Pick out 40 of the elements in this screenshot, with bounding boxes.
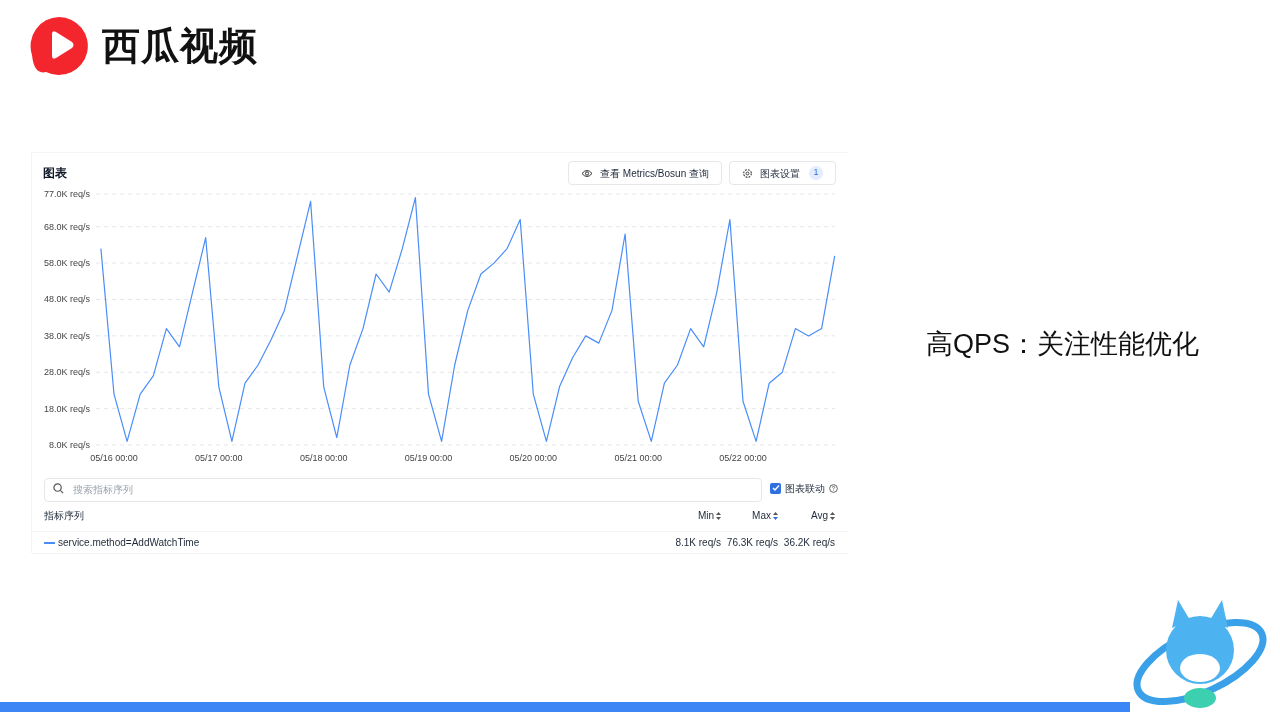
table-cell-text: 8.1K req/s bbox=[674, 536, 721, 550]
eye-icon bbox=[581, 168, 594, 178]
settings-icon bbox=[742, 167, 753, 179]
sort-icon[interactable] bbox=[716, 511, 721, 520]
y-axis-label: 28.0K req/s bbox=[43, 367, 90, 378]
sort-icon[interactable] bbox=[773, 511, 778, 520]
y-axis-label: 68.0K req/s bbox=[43, 221, 90, 232]
x-axis-label: 05/21 00:00 bbox=[614, 453, 662, 463]
y-axis-label: 58.0K req/s bbox=[43, 258, 90, 269]
x-axis-label: 05/20 00:00 bbox=[509, 453, 558, 463]
x-axis-label: 05/18 00:00 bbox=[299, 453, 348, 463]
table-cell-text: 76.3K req/s bbox=[725, 536, 778, 550]
x-axis-label: 05/19 00:00 bbox=[404, 453, 453, 463]
y-axis-label: 77.0K req/s bbox=[43, 189, 90, 199]
x-axis-label: 05/16 00:00 bbox=[90, 453, 138, 463]
series-name: service.method=AddWatchTime bbox=[58, 536, 200, 550]
y-axis-label: 48.0K req/s bbox=[43, 294, 90, 305]
headline: 高QPS：关注性能优化 bbox=[926, 328, 1200, 361]
logo-text: 西瓜视频 bbox=[102, 22, 258, 70]
query-button[interactable]: 查看 Metrics/Bosun 查询 bbox=[568, 161, 722, 185]
logo-icon bbox=[28, 15, 90, 77]
column-header[interactable]: Max bbox=[752, 508, 771, 523]
checkbox-label: 图表联动 bbox=[785, 481, 825, 496]
y-axis-label: 18.0K req/s bbox=[43, 403, 90, 414]
search-icon bbox=[53, 483, 64, 494]
search-field[interactable]: 搜索指标序列 bbox=[44, 477, 762, 502]
sort-icon[interactable] bbox=[830, 511, 835, 520]
checkbox[interactable] bbox=[770, 482, 781, 494]
help-icon bbox=[829, 483, 838, 493]
x-axis-label: 05/17 00:00 bbox=[195, 453, 243, 463]
y-axis-label: 8.0K req/s bbox=[48, 440, 90, 450]
table-cell-text: 36.2K req/s bbox=[782, 536, 835, 550]
panel-title: 图表 bbox=[43, 165, 67, 182]
count-badge: 1 bbox=[809, 166, 823, 180]
settings-button[interactable]: 图表设置 1 bbox=[729, 161, 836, 185]
y-axis-label: 38.0K req/s bbox=[43, 330, 90, 341]
x-axis-label: 05/22 00:00 bbox=[719, 453, 767, 463]
column-header: 指标序列 bbox=[44, 509, 84, 523]
column-header[interactable]: Avg bbox=[810, 508, 828, 523]
column-header[interactable]: Min bbox=[697, 508, 714, 523]
